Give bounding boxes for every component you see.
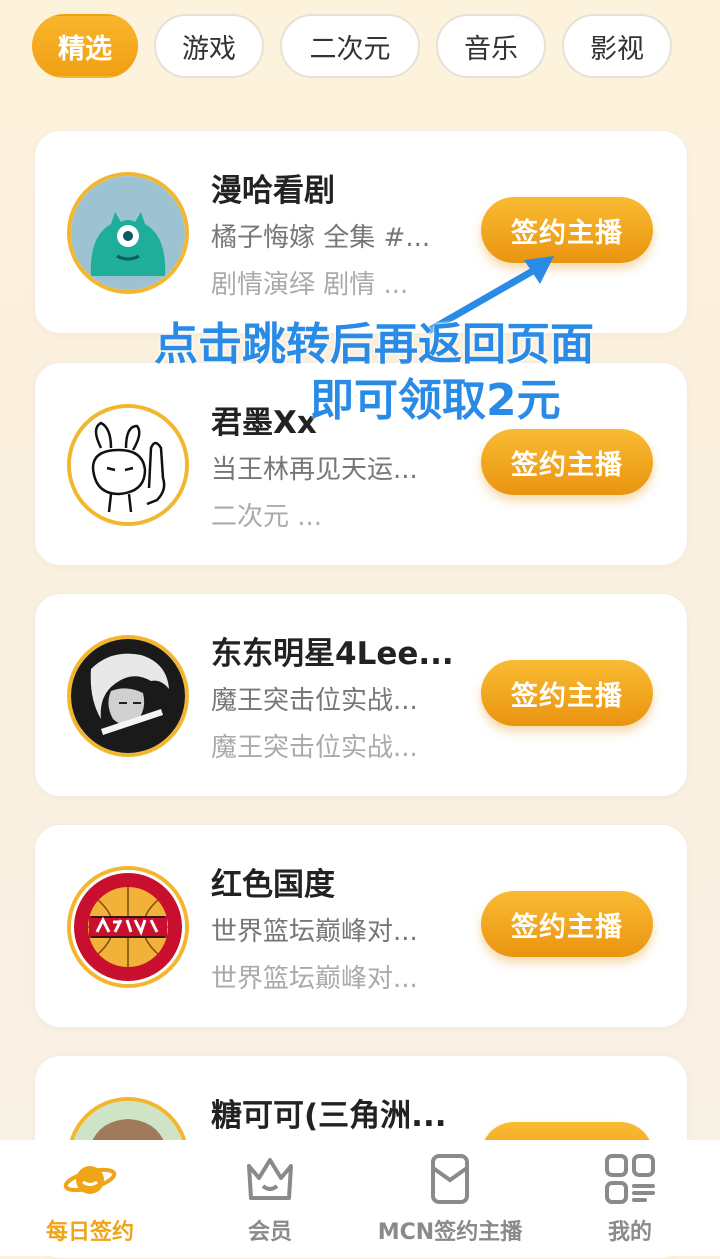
avatar bbox=[67, 404, 189, 526]
instruction-text: 点击跳转后再返回页面 bbox=[154, 319, 594, 370]
reward-text: 即可领取2元 bbox=[310, 375, 561, 426]
grid-icon bbox=[605, 1154, 655, 1204]
streamer-card[interactable]: 红色国度 世界篮坛巅峰对... 世界篮坛巅峰对... 签约主播 bbox=[34, 824, 688, 1028]
streamer-description: 橘子悔嫁 全集 #... bbox=[211, 223, 431, 253]
tab-featured[interactable]: 精选 bbox=[32, 14, 138, 78]
streamer-card[interactable]: 漫哈看剧 橘子悔嫁 全集 #... 剧情演绎 剧情 ... 签约主播 bbox=[34, 130, 688, 334]
sign-streamer-button[interactable]: 签约主播 bbox=[481, 429, 653, 495]
planet-icon bbox=[63, 1166, 117, 1194]
tab-film[interactable]: 影视 bbox=[562, 14, 672, 78]
streamer-name: 糖可可(三角洲... bbox=[211, 1098, 447, 1134]
bottom-navigation: 每日签约 会员 MCN签约主播 我的 bbox=[0, 1140, 720, 1256]
nav-profile[interactable]: 我的 bbox=[540, 1140, 720, 1256]
tab-anime[interactable]: 二次元 bbox=[280, 14, 420, 78]
tab-games[interactable]: 游戏 bbox=[154, 14, 264, 78]
contract-icon bbox=[431, 1154, 469, 1204]
crown-icon bbox=[247, 1158, 293, 1200]
streamer-name: 东东明星4Lee... bbox=[211, 636, 454, 672]
sign-streamer-button[interactable]: 签约主播 bbox=[481, 891, 653, 957]
sign-streamer-button[interactable]: 签约主播 bbox=[481, 660, 653, 726]
avatar bbox=[67, 866, 189, 988]
avatar bbox=[67, 172, 189, 294]
streamer-description: 世界篮坛巅峰对... bbox=[211, 917, 418, 947]
category-tabs: 精选 游戏 二次元 音乐 影视 bbox=[32, 14, 720, 80]
tab-music[interactable]: 音乐 bbox=[436, 14, 546, 78]
nav-membership[interactable]: 会员 bbox=[180, 1140, 360, 1256]
streamer-description: 当王林再见天运... bbox=[211, 455, 418, 485]
streamer-tags: 世界篮坛巅峰对... bbox=[211, 964, 418, 994]
streamer-tags: 魔王突击位实战... bbox=[211, 733, 418, 763]
nav-mcn-streamer[interactable]: MCN签约主播 bbox=[360, 1140, 540, 1256]
streamer-description: 魔王突击位实战... bbox=[211, 686, 418, 716]
streamer-card[interactable]: 东东明星4Lee... 魔王突击位实战... 魔王突击位实战... 签约主播 bbox=[34, 593, 688, 797]
nav-label: MCN签约主播 bbox=[377, 1220, 523, 1245]
avatar bbox=[67, 635, 189, 757]
streamer-tags: 二次元 ... bbox=[211, 502, 323, 532]
nav-label: 每日签约 bbox=[45, 1220, 134, 1245]
nav-label: 我的 bbox=[607, 1220, 652, 1245]
streamer-tags: 剧情演绎 剧情 ... bbox=[211, 270, 409, 300]
streamer-name: 漫哈看剧 bbox=[211, 173, 335, 209]
streamer-name: 红色国度 bbox=[211, 867, 335, 903]
nav-daily-sign[interactable]: 每日签约 bbox=[0, 1140, 180, 1256]
nav-label: 会员 bbox=[247, 1220, 292, 1245]
